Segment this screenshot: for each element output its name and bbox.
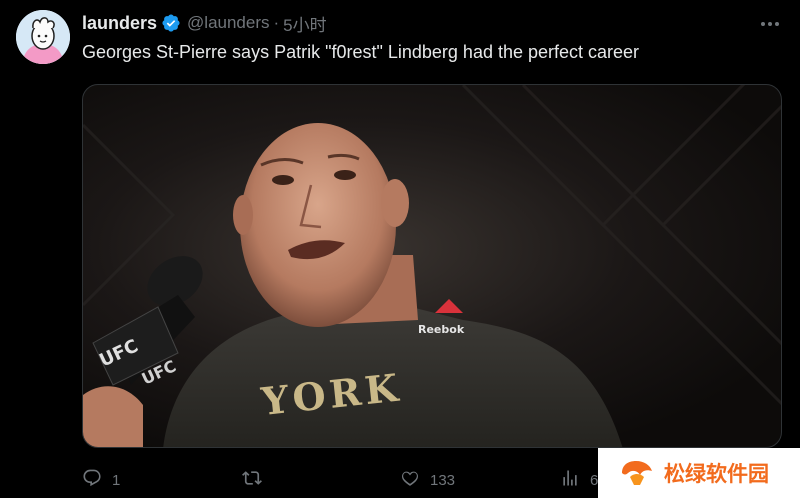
verified-badge-icon <box>161 13 181 33</box>
reply-button[interactable]: 1 <box>82 466 120 494</box>
like-button[interactable]: 133 <box>400 466 455 494</box>
avatar-illustration <box>16 10 70 64</box>
watermark-text: 松绿软件园 <box>664 462 769 486</box>
views-icon <box>560 468 580 492</box>
author-name[interactable]: launders <box>82 13 157 34</box>
avatar[interactable] <box>16 10 70 64</box>
author-handle[interactable]: @launders <box>187 13 269 33</box>
tweet-header: launders @launders · 5小时 <box>82 11 327 36</box>
retweet-icon <box>242 468 262 492</box>
views-button[interactable]: 6 <box>560 466 598 494</box>
reply-icon <box>82 468 102 492</box>
shirt-brand: Reebok <box>418 323 465 336</box>
watermark-logo-icon <box>620 459 654 487</box>
watermark: 松绿软件园 <box>598 448 800 498</box>
retweet-button[interactable] <box>242 466 272 494</box>
like-icon <box>400 468 420 492</box>
tweet[interactable]: launders @launders · 5小时 Georges St-Pier… <box>0 0 800 498</box>
tweet-media-photo[interactable]: UFC UFC Reebok YORK <box>82 84 782 448</box>
tweet-text: Georges St-Pierre says Patrik "f0rest" L… <box>82 42 640 62</box>
header-separator: · <box>273 13 280 32</box>
photo-illustration: UFC UFC Reebok YORK <box>83 85 781 447</box>
tweet-timestamp[interactable]: 5小时 <box>283 11 326 36</box>
like-count: 133 <box>430 471 456 489</box>
more-icon[interactable] <box>758 12 782 36</box>
reply-count: 1 <box>112 471 121 489</box>
